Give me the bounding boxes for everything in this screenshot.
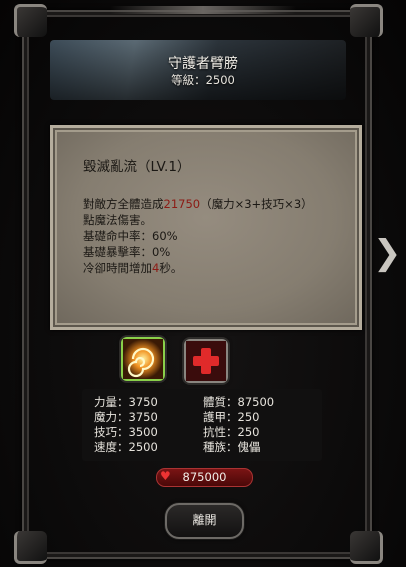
item-level: 等級：2500 bbox=[171, 73, 235, 87]
desc-prefix: 對敵方全體造成 bbox=[83, 197, 164, 211]
item-name: 守護者臂膀 bbox=[168, 56, 238, 72]
damage-value: 21750 bbox=[163, 197, 201, 211]
top-ornament bbox=[110, 6, 296, 14]
stat-resistance: 抗性：250 bbox=[203, 425, 260, 439]
corner-ornament bbox=[14, 531, 47, 564]
stat-constitution: 體質：87500 bbox=[203, 395, 275, 409]
hit-rate: 基礎命中率：60% bbox=[83, 229, 178, 243]
swirl-fire-icon[interactable] bbox=[121, 337, 165, 381]
stat-skill: 技巧：3500 bbox=[94, 425, 158, 439]
next-arrow-icon[interactable]: ❯ bbox=[373, 236, 402, 270]
skill-title: 毀滅亂流（LV.1） bbox=[83, 159, 191, 175]
dialog-frame: 守護者臂膀 等級：2500 毀滅亂流（LV.1） 對敵方全體造成21750（魔力… bbox=[0, 0, 406, 567]
corner-ornament bbox=[350, 4, 383, 37]
heart-icon: ♥ bbox=[160, 469, 171, 483]
red-cross-icon[interactable] bbox=[184, 339, 228, 383]
corner-ornament bbox=[14, 4, 47, 37]
close-button[interactable]: 離開 bbox=[165, 503, 244, 539]
stat-armor: 護甲：250 bbox=[203, 410, 260, 424]
cooldown-suffix: 秒。 bbox=[159, 261, 183, 275]
stat-magic: 魔力：3750 bbox=[94, 410, 158, 424]
desc-suffix: （魔力×3+技巧×3） bbox=[200, 197, 313, 211]
stat-strength: 力量：3750 bbox=[94, 395, 158, 409]
stat-speed: 速度：2500 bbox=[94, 440, 158, 454]
stat-race: 種族：傀儡 bbox=[203, 440, 261, 454]
cooldown-prefix: 冷卻時間增加 bbox=[83, 261, 152, 275]
corner-ornament bbox=[350, 531, 383, 564]
desc-line2: 點魔法傷害。 bbox=[83, 213, 152, 227]
skill-description: 對敵方全體造成21750（魔力×3+技巧×3） 點魔法傷害。 基礎命中率：60%… bbox=[83, 196, 353, 276]
crit-rate: 基礎暴擊率：0% bbox=[83, 245, 171, 259]
skill-info-panel: 毀滅亂流（LV.1） 對敵方全體造成21750（魔力×3+技巧×3） 點魔法傷害… bbox=[50, 125, 362, 330]
